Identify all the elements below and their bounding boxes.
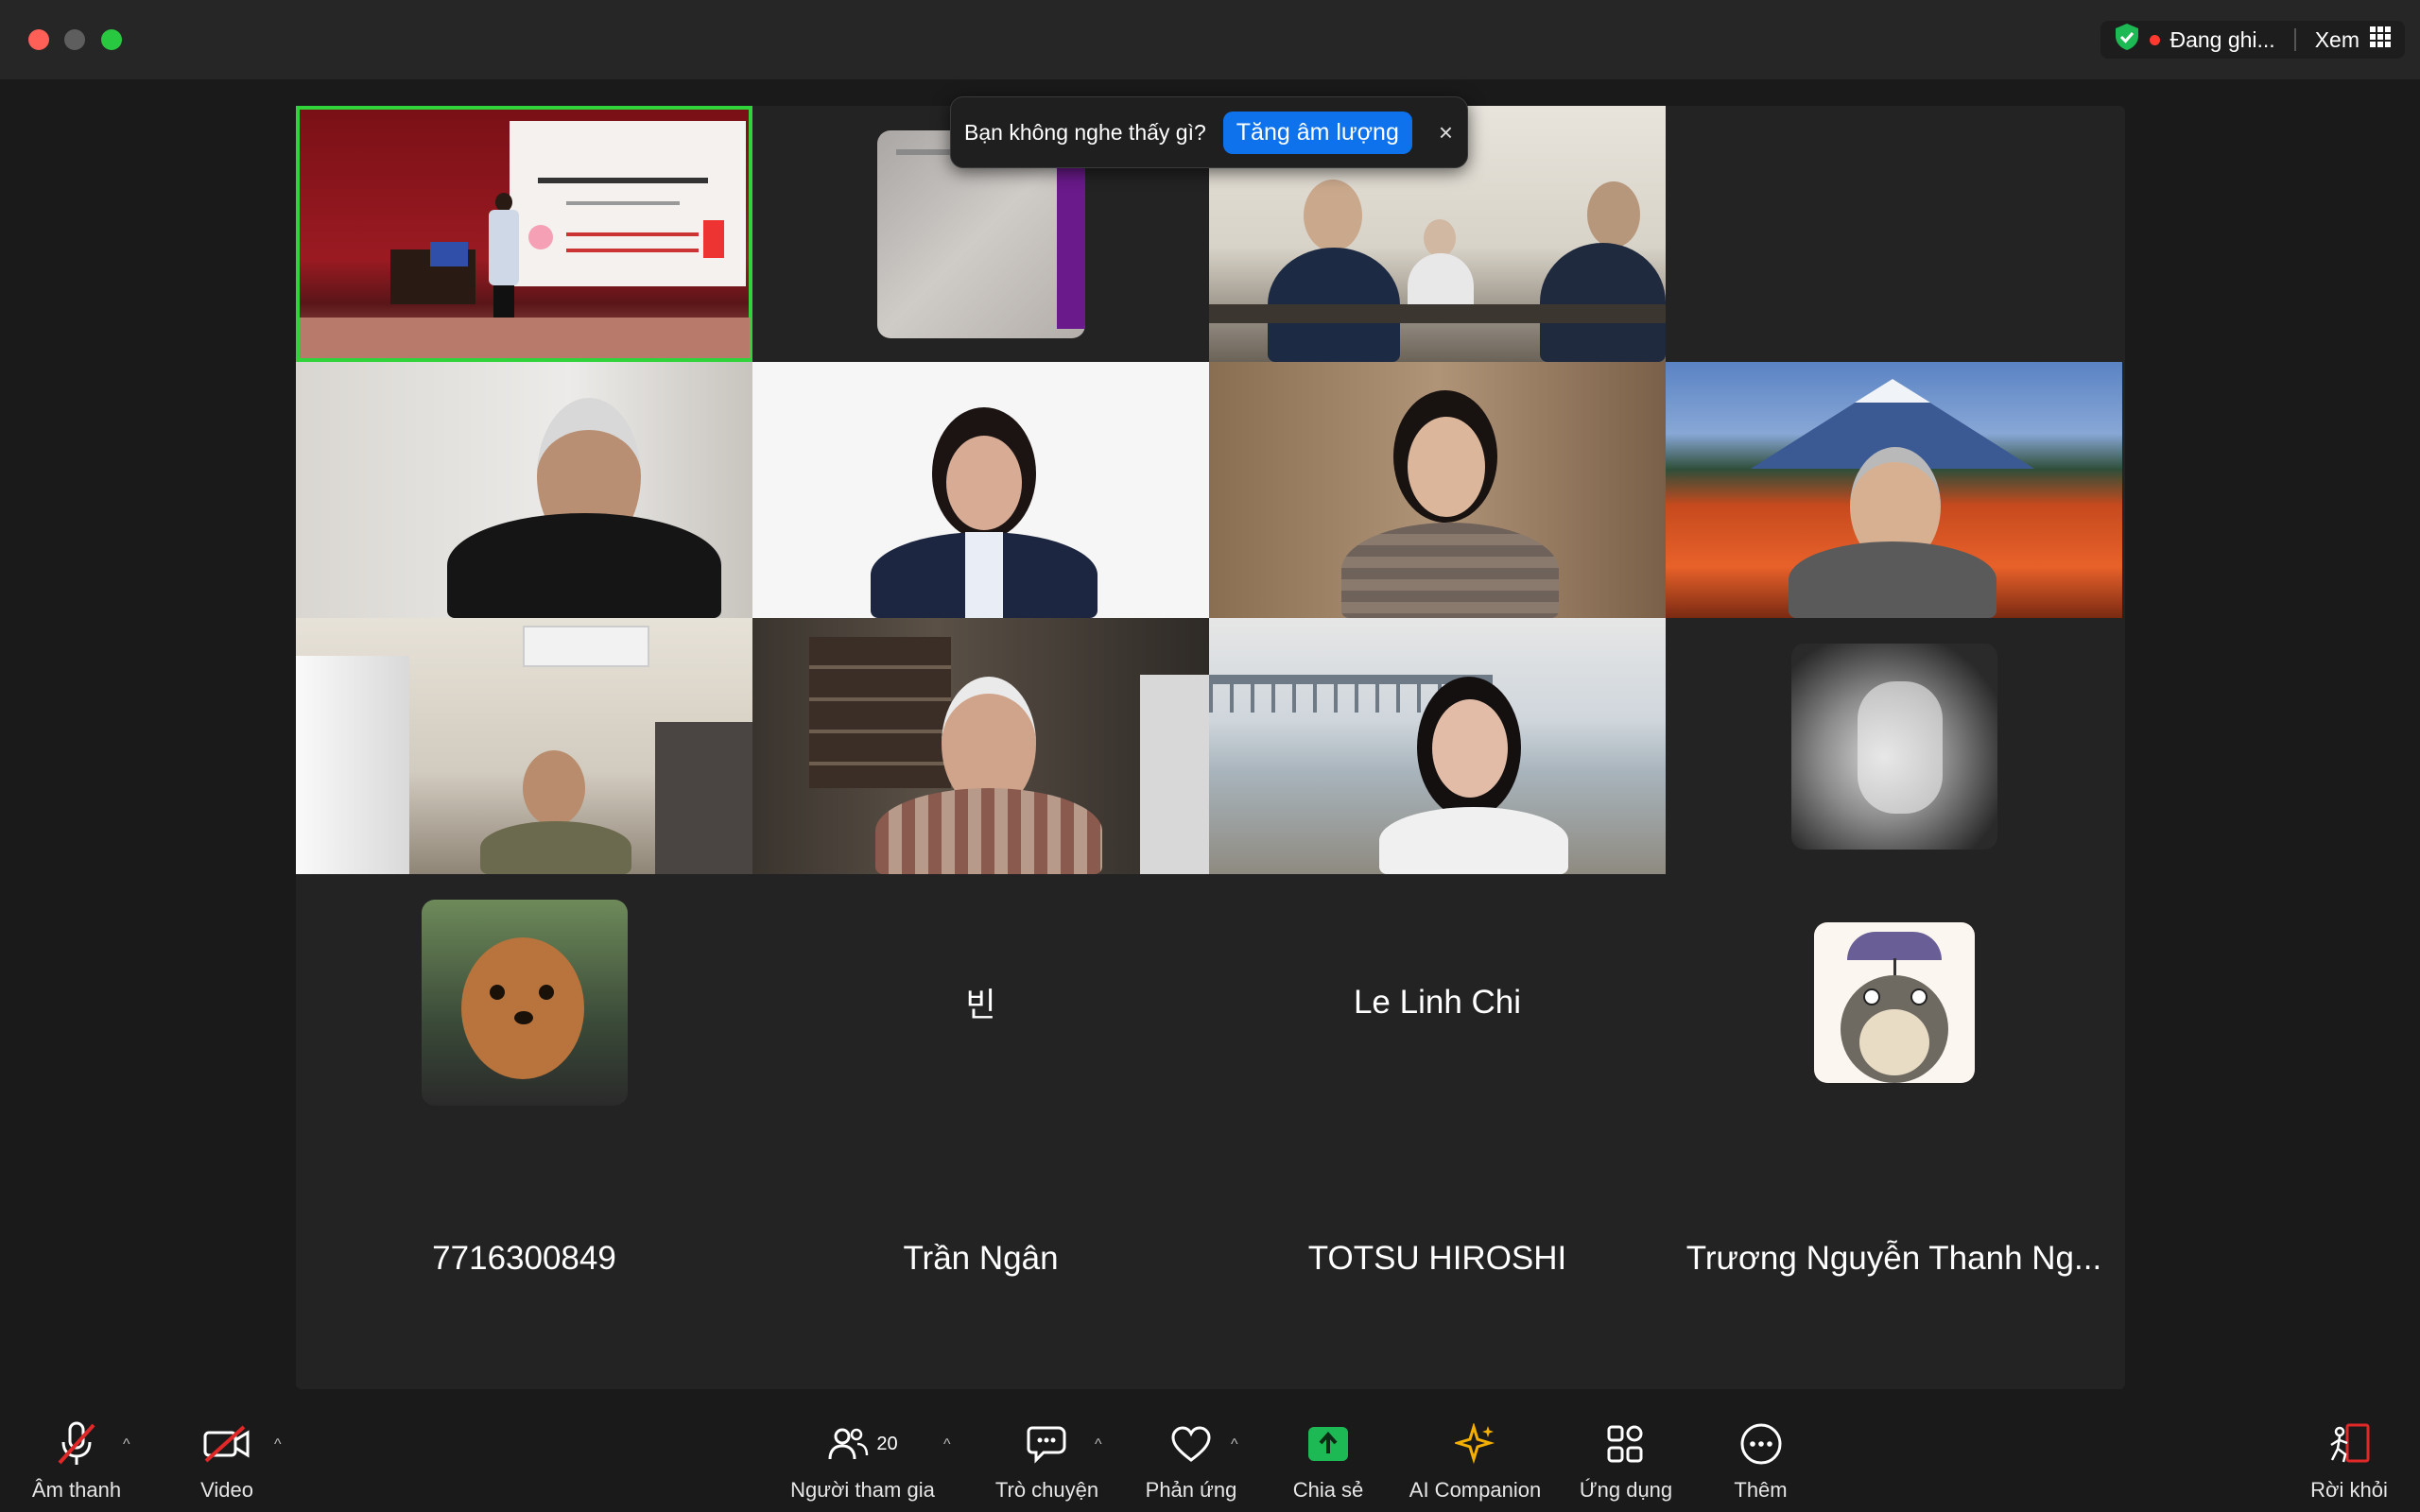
grid-view-icon[interactable] — [2369, 26, 2392, 54]
video-tile-6[interactable] — [1209, 362, 1666, 618]
share-label: Chia sẻ — [1292, 1478, 1364, 1502]
muted-mic-icon — [50, 1418, 103, 1470]
chat-label: Trò chuyện — [994, 1478, 1099, 1502]
video-tile-8[interactable] — [296, 618, 752, 874]
apps-button[interactable]: Ứng dụng — [1574, 1418, 1678, 1512]
video-tile-15[interactable] — [1666, 874, 2122, 1130]
minimize-window-button[interactable] — [64, 29, 85, 50]
video-tile-11[interactable] — [1666, 618, 2122, 874]
video-label: Video — [200, 1478, 253, 1502]
video-tile-14[interactable]: Le Linh Chi — [1209, 874, 1666, 1130]
increase-volume-button[interactable]: Tăng âm lượng — [1222, 111, 1412, 154]
presentation-screen — [510, 121, 746, 286]
share-button[interactable]: Chia sẻ — [1286, 1418, 1371, 1512]
leave-button[interactable]: Rời khỏi — [2302, 1418, 2396, 1512]
video-tile-13[interactable]: 빈 — [752, 874, 1209, 1130]
video-off-icon — [200, 1418, 253, 1470]
more-icon — [1735, 1418, 1788, 1470]
video-tile-19[interactable]: Trương Nguyễn Thanh Ng... — [1666, 1130, 2122, 1386]
reactions-button[interactable]: Phản ứng — [1144, 1418, 1238, 1512]
video-feed — [752, 618, 1209, 874]
apps-label: Ứng dụng — [1579, 1478, 1673, 1502]
ai-companion-button[interactable]: AI Companion — [1407, 1418, 1544, 1512]
participants-label: Người tham gia — [790, 1478, 935, 1502]
participant-name: TOTSU HIROSHI — [1307, 1239, 1567, 1277]
meeting-toolbar: Âm thanh ^ Video ^ 20 Người tham gia ^ T… — [0, 1408, 2420, 1512]
video-tile-10[interactable] — [1209, 618, 1666, 874]
audio-label: Âm thanh — [31, 1478, 122, 1502]
video-tile-5[interactable] — [752, 362, 1209, 618]
chevron-up-icon[interactable]: ^ — [123, 1436, 130, 1453]
view-label[interactable]: Xem — [2315, 27, 2360, 53]
video-tile-9[interactable] — [752, 618, 1209, 874]
apps-icon — [1599, 1418, 1652, 1470]
heart-icon — [1165, 1418, 1218, 1470]
participants-icon: 20 — [816, 1418, 910, 1470]
sparkle-icon — [1449, 1418, 1502, 1470]
video-feed — [1666, 362, 2122, 618]
video-tile-4[interactable] — [296, 362, 752, 618]
participant-name: Trần Ngân — [903, 1239, 1059, 1277]
video-button[interactable]: Video — [175, 1418, 279, 1512]
chevron-up-icon[interactable]: ^ — [1231, 1436, 1238, 1453]
video-tile-16[interactable]: 7716300849 — [296, 1130, 752, 1386]
audio-button[interactable]: Âm thanh — [25, 1418, 129, 1512]
close-window-button[interactable] — [28, 29, 49, 50]
participants-count: 20 — [876, 1433, 898, 1454]
divider — [2293, 28, 2296, 51]
more-button[interactable]: Thêm — [1716, 1418, 1806, 1512]
title-bar: Đang ghi... Xem — [0, 0, 2420, 79]
video-feed — [1209, 362, 1666, 618]
participant-name: 7716300849 — [432, 1239, 616, 1277]
leave-icon — [2323, 1418, 2376, 1470]
video-feed — [300, 110, 750, 358]
participant-avatar — [1790, 643, 1997, 850]
video-tile-stage-speaker[interactable] — [296, 106, 752, 362]
more-label: Thêm — [1734, 1478, 1788, 1502]
video-feed — [1209, 618, 1666, 874]
chevron-up-icon[interactable]: ^ — [1095, 1436, 1102, 1453]
chevron-up-icon[interactable]: ^ — [274, 1436, 282, 1453]
meeting-status-bar: Đang ghi... Xem — [2100, 21, 2405, 59]
chat-button[interactable]: Trò chuyện — [993, 1418, 1101, 1512]
air-conditioner — [523, 626, 649, 667]
fullscreen-window-button[interactable] — [101, 29, 122, 50]
participant-name: Le Linh Chi — [1353, 983, 1522, 1021]
video-tile-7[interactable] — [1666, 362, 2122, 618]
participant-name: Trương Nguyễn Thanh Ng... — [1685, 1239, 2102, 1277]
ai-companion-label: AI Companion — [1409, 1478, 1542, 1502]
video-tile-18[interactable]: TOTSU HIROSHI — [1209, 1130, 1666, 1386]
recording-status[interactable]: Đang ghi... — [2169, 27, 2274, 53]
participants-button[interactable]: 20 Người tham gia — [785, 1418, 941, 1512]
video-feed — [296, 362, 752, 618]
video-feed — [296, 618, 752, 874]
video-feed — [752, 362, 1209, 618]
notification-message: Bạn không nghe thấy gì? — [964, 119, 1206, 145]
participant-avatar — [1813, 921, 1975, 1083]
participant-name: 빈 — [965, 987, 996, 1023]
audio-notification-popup: Bạn không nghe thấy gì? Tăng âm lượng × — [950, 96, 1468, 168]
reactions-label: Phản ứng — [1145, 1478, 1237, 1502]
share-screen-icon — [1302, 1418, 1355, 1470]
chat-icon — [1021, 1418, 1074, 1470]
participant-avatar — [421, 899, 628, 1106]
leave-label: Rời khỏi — [2310, 1478, 2388, 1502]
video-tile-12[interactable] — [296, 874, 752, 1130]
chevron-up-icon[interactable]: ^ — [943, 1436, 951, 1453]
close-icon[interactable]: × — [1439, 118, 1453, 147]
shield-icon[interactable] — [2114, 23, 2140, 57]
monitor — [430, 242, 468, 266]
video-tile-17[interactable]: Trần Ngân — [752, 1130, 1209, 1386]
gallery-view: 빈 Le Linh Chi 7716300849 Trần Ngân TOTSU… — [296, 106, 2125, 1389]
recording-dot-icon — [2150, 34, 2161, 45]
